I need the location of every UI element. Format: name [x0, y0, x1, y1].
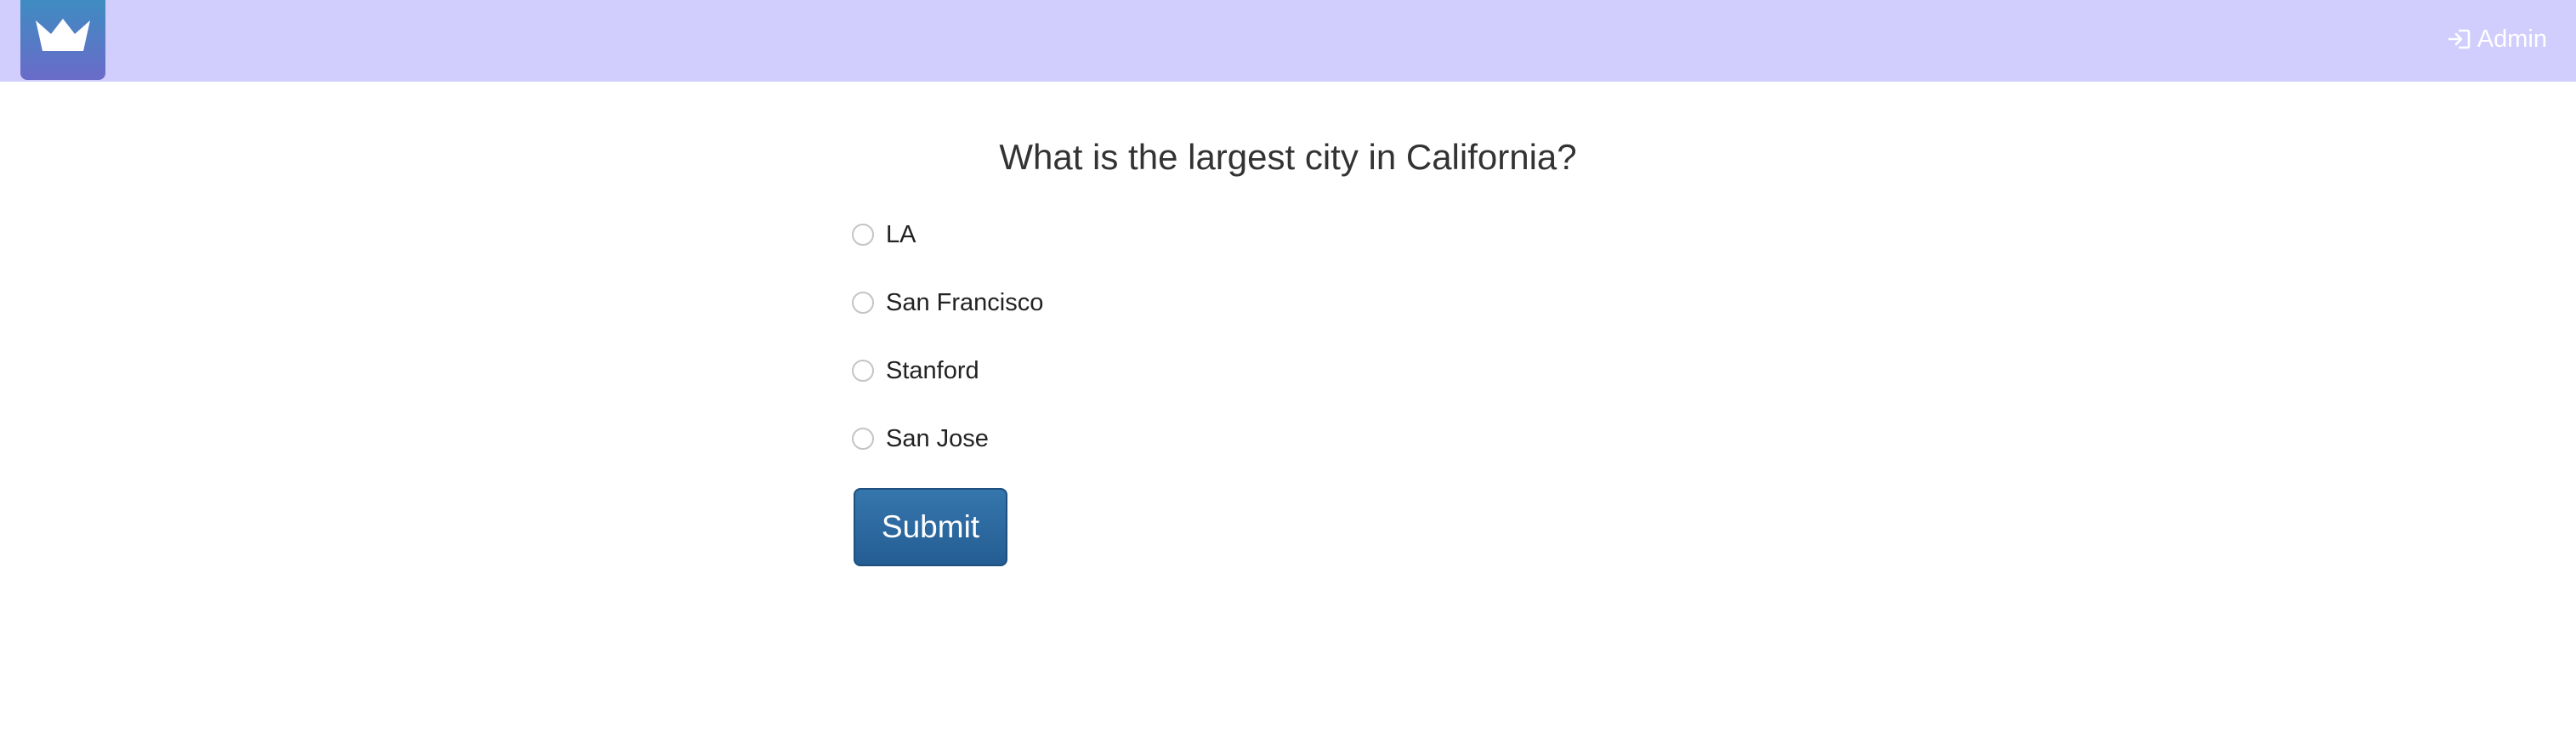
option-label: Stanford	[886, 356, 979, 384]
radio-button[interactable]	[852, 360, 874, 382]
option-la[interactable]: LA	[852, 218, 916, 252]
admin-login-link[interactable]: Admin	[2447, 24, 2547, 54]
radio-button[interactable]	[852, 224, 874, 246]
option-stanford[interactable]: Stanford	[852, 354, 979, 388]
option-label: San Francisco	[886, 288, 1044, 316]
option-san-francisco[interactable]: San Francisco	[852, 286, 1043, 320]
option-label: San Jose	[886, 424, 989, 452]
admin-label: Admin	[2477, 25, 2547, 53]
option-label: LA	[886, 220, 916, 248]
option-san-jose[interactable]: San Jose	[852, 422, 989, 456]
radio-button[interactable]	[852, 292, 874, 314]
brand-logo[interactable]	[20, 0, 105, 80]
sign-in-icon	[2448, 29, 2471, 49]
submit-button[interactable]: Submit	[854, 488, 1007, 566]
top-navbar: Admin	[0, 0, 2576, 82]
radio-button[interactable]	[852, 428, 874, 450]
question-text: What is the largest city in California?	[999, 137, 1577, 177]
crown-icon	[36, 19, 90, 51]
